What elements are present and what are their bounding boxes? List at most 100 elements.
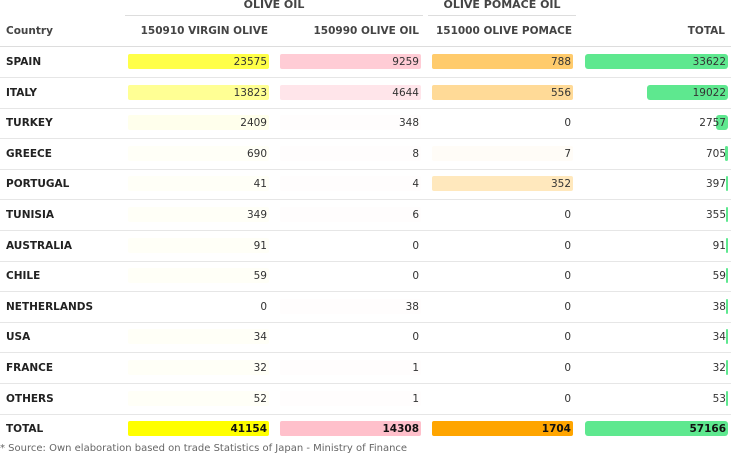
olive-oil-value: 6 [412,209,419,221]
olive-oil-cell: 6 [277,200,424,230]
table-row: CHILE 59 0 0 59 [0,261,731,293]
olive-pomace-oil-value: 0 [564,117,571,130]
virgin-olive-oil-cell: 2409 [125,108,272,138]
table-row: USA 34 0 0 34 [0,322,731,354]
total-bar [726,360,728,375]
virgin-olive-oil-value: 13823 [233,86,267,99]
olive-oil-cell: 348 [277,108,424,138]
virgin-olive-oil-value: 23575 [233,56,267,68]
total-row: TOTAL 41154 14308 1704 57166 [0,414,731,444]
total-label: TOTAL [6,423,44,436]
total-value: 705 [705,147,726,160]
olive-oil-cell: 1 [277,353,424,383]
olive-oil-bar [280,298,421,314]
olive-oil-value: 4644 [392,86,419,99]
total-cell: 355 [582,200,731,230]
total-bar [726,207,728,222]
total-bar [726,237,728,253]
virgin-olive-oil-cell: 41 [125,169,272,199]
olive-pomace-oil-value: 556 [550,86,571,99]
table-row: FRANCE 32 1 0 32 [0,353,731,384]
total-cell: 38 [582,292,731,322]
total-cell: 34 [582,322,731,352]
olive-oil-cell: 14308 [277,414,424,444]
total-cell: 33622 [582,47,731,77]
total-value: 397 [705,178,726,191]
total-value: 91 [712,239,726,252]
virgin-olive-oil-value: 2409 [240,117,267,130]
virgin-olive-oil-value: 41154 [230,423,267,436]
olive-oil-value: 1 [412,362,419,374]
olive-oil-cell: 1 [277,384,424,414]
total-bar [726,329,728,345]
virgin-olive-oil-bar [128,176,269,192]
olive-pomace-oil-cell: 0 [429,108,576,138]
olive-oil-value: 14308 [382,423,419,436]
virgin-olive-oil-bar [128,237,269,253]
olive-pomace-oil-value: 0 [564,331,571,344]
total-bar [726,390,728,406]
olive-oil-bar [280,360,421,375]
olive-oil-cell: 4 [277,169,424,199]
column-header-virgin-olive-oil: 150910 VIRGIN OLIVE OIL [140,25,268,66]
olive-oil-value: 8 [412,147,419,160]
olive-pomace-oil-value: 7 [564,147,571,160]
total-cell: 2757 [582,108,731,138]
table-row: ITALY 13823 4644 556 19022 [0,78,731,109]
virgin-olive-oil-cell: 349 [125,200,272,230]
olive-oil-cell: 9259 [277,47,424,77]
total-cell: 59 [582,261,731,291]
table-row: OTHERS 52 1 0 53 [0,384,731,415]
olive-oil-value: 348 [398,117,419,130]
group-header-olive-pomace-oil: OLIVE POMACE OIL [428,0,576,16]
group-header-olive-oil: OLIVE OIL [125,0,423,16]
country-name: TURKEY [6,117,53,130]
total-value: 53 [712,392,726,405]
virgin-olive-oil-bar [128,329,269,345]
virgin-olive-oil-cell: 59 [125,261,272,291]
virgin-olive-oil-cell: 34 [125,322,272,352]
virgin-olive-oil-value: 41 [253,178,267,191]
virgin-olive-oil-value: 59 [253,270,267,283]
olive-pomace-oil-cell: 0 [429,261,576,291]
column-header-total: TOTAL [687,25,725,37]
olive-oil-value: 1 [412,392,419,405]
virgin-olive-oil-cell: 0 [125,292,272,322]
olive-pomace-oil-cell: 7 [429,139,576,169]
virgin-olive-oil-cell: 690 [125,139,272,169]
olive-pomace-oil-cell: 556 [429,78,576,108]
table-row: TUNISIA 349 6 0 355 [0,200,731,231]
table-row: SPAIN 23575 9259 788 33622 [0,47,731,78]
olive-pomace-oil-value: 788 [550,56,571,68]
olive-pomace-oil-value: 0 [564,392,571,405]
total-bar [726,298,728,314]
olive-oil-value: 0 [412,331,419,344]
olive-pomace-oil-value: 0 [564,362,571,374]
olive-pomace-oil-cell: 0 [429,353,576,383]
total-cell: 91 [582,231,731,261]
country-name: FRANCE [6,362,54,374]
olive-pomace-oil-value: 1704 [541,423,571,436]
virgin-olive-oil-bar [128,360,269,375]
column-header-country: Country [6,25,53,37]
virgin-olive-oil-value: 34 [253,331,267,344]
total-cell: 705 [582,139,731,169]
total-value: 2757 [699,117,726,130]
source-note: * Source: Own elaboration based on trade… [0,443,408,454]
olive-oil-cell: 0 [277,231,424,261]
virgin-olive-oil-value: 349 [246,209,267,221]
olive-pomace-oil-cell: 0 [429,231,576,261]
virgin-olive-oil-value: 0 [260,300,267,313]
olive-oil-value: 0 [412,239,419,252]
country-name: CHILE [6,270,41,283]
olive-oil-cell: 4644 [277,78,424,108]
virgin-olive-oil-cell: 41154 [125,414,272,444]
olive-pomace-oil-cell: 0 [429,292,576,322]
total-bar [726,268,728,284]
total-value: 33622 [692,56,726,68]
olive-pomace-oil-value: 0 [564,209,571,221]
virgin-olive-oil-value: 52 [253,392,267,405]
olive-pomace-oil-value: 352 [550,178,571,191]
total-cell: 19022 [582,78,731,108]
total-cell: 57166 [582,414,731,444]
